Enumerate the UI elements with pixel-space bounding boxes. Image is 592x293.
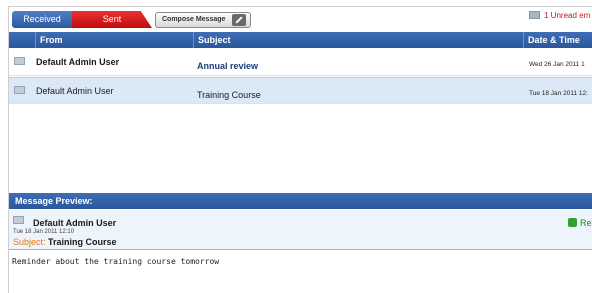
envelope-icon (13, 216, 24, 224)
message-subject: Training Course (197, 90, 261, 100)
column-header-subject[interactable]: Subject (193, 32, 523, 48)
message-preview-title: Message Preview: (9, 193, 592, 209)
envelope-icon (529, 11, 540, 19)
preview-subject: Training Course (48, 237, 117, 247)
column-header-from[interactable]: From (35, 32, 193, 48)
message-date: Wed 26 Jan 2011 1 (529, 61, 585, 68)
envelope-icon (14, 57, 25, 65)
reply-label: Re (580, 218, 592, 228)
compose-message-button[interactable]: Compose Message (155, 12, 251, 28)
message-from: Default Admin User (36, 86, 114, 96)
message-from: Default Admin User (36, 57, 120, 67)
preview-sender: Default Admin User (33, 218, 117, 228)
preview-date: Tue 18 Jan 2011 12:10 (13, 229, 75, 235)
message-preview-body: Reminder about the training course tomor… (12, 257, 220, 266)
column-header-date[interactable]: Date & Time (523, 32, 592, 48)
message-grid-header: From Subject Date & Time (9, 32, 592, 48)
message-preview-meta: Default Admin User Tue 18 Jan 2011 12:10… (9, 210, 592, 250)
preview-subject-line: Subject: Training Course (13, 237, 117, 247)
tab-received[interactable]: Received (12, 11, 72, 28)
reply-button[interactable]: Re (568, 218, 592, 228)
tab-sent[interactable]: Sent (72, 11, 152, 28)
pencil-icon (232, 14, 246, 26)
message-row[interactable]: Default Admin User Annual review Wed 26 … (9, 49, 592, 76)
reply-icon (568, 218, 577, 227)
unread-count[interactable]: 1 Unread em (529, 11, 590, 20)
compose-message-label: Compose Message (162, 16, 226, 23)
mail-toolbar: Received Sent Compose Message 1 Unread e… (9, 7, 592, 30)
message-row-selected[interactable]: Default Admin User Training Course Tue 1… (9, 77, 592, 104)
preview-subject-label: Subject: (13, 237, 46, 247)
envelope-icon (14, 86, 25, 94)
message-date: Tue 18 Jan 2011 12: (529, 90, 588, 97)
unread-text: 1 Unread em (544, 11, 591, 20)
mailbox-panel: Received Sent Compose Message 1 Unread e… (8, 6, 592, 293)
message-subject: Annual review (197, 61, 259, 71)
